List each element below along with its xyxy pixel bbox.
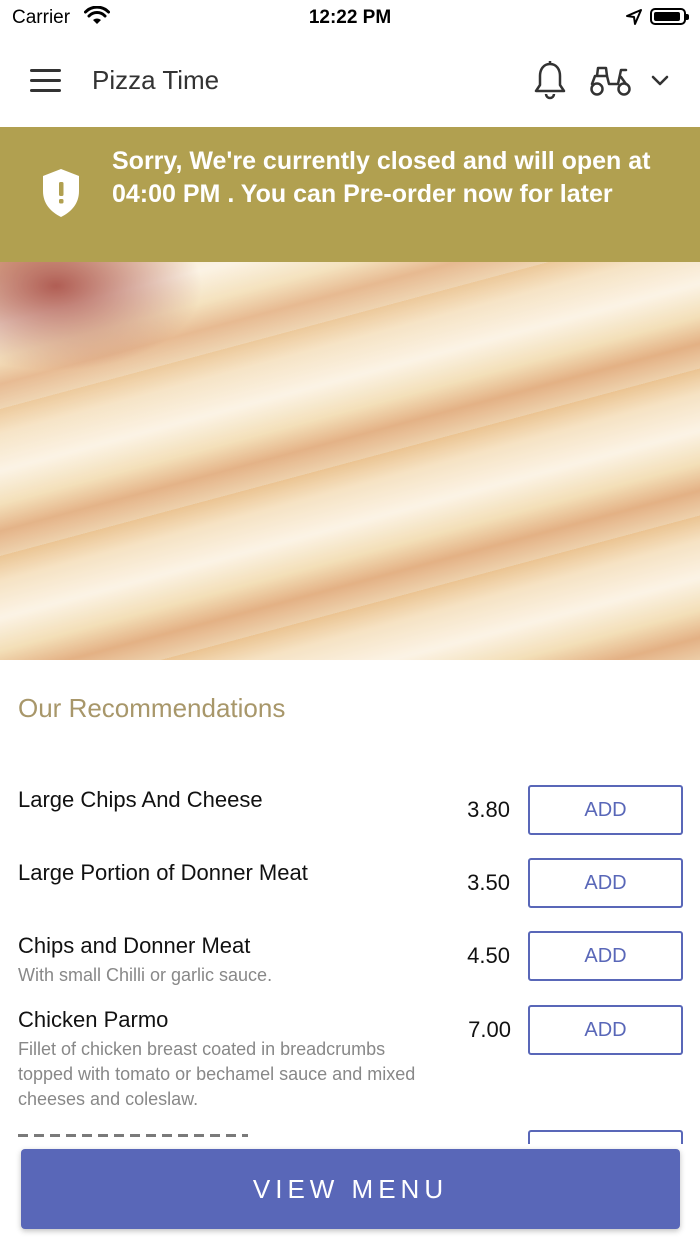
app-header: Pizza Time (0, 36, 700, 126)
closed-notice-text: Sorry, We're currently closed and will o… (112, 147, 651, 208)
page-title: Pizza Time (92, 65, 220, 95)
item-name: Large Portion of Donner Meat (18, 860, 308, 885)
delivery-scooter-icon[interactable] (588, 62, 634, 98)
item-price: 3.50 (467, 870, 510, 895)
item-price: 3.80 (467, 797, 510, 822)
add-button[interactable]: ADD (528, 1005, 683, 1055)
item-name: Chips and Donner Meat (18, 933, 251, 958)
location-arrow-icon (626, 9, 642, 25)
hero-pizza-image (0, 262, 700, 660)
clock-label: 12:22 PM (308, 7, 392, 28)
recommendations-heading: Our Recommendations (18, 693, 286, 723)
partial-menu-item (0, 1130, 700, 1144)
notification-bell-icon[interactable] (532, 60, 568, 100)
status-bar: Carrier 12:22 PM (0, 0, 700, 36)
chevron-down-icon[interactable] (649, 70, 671, 92)
battery-icon (650, 8, 689, 25)
menu-icon[interactable] (30, 69, 62, 93)
add-button[interactable]: ADD (528, 858, 683, 908)
item-price: 7.00 (468, 1017, 511, 1042)
shield-warning-icon (43, 169, 79, 217)
view-menu-button[interactable]: VIEW MENU (21, 1149, 680, 1229)
add-button[interactable] (528, 1130, 683, 1144)
item-description: With small Chilli or garlic sauce. (18, 965, 273, 985)
closed-notice-banner: Sorry, We're currently closed and will o… (0, 127, 700, 262)
item-name: Large Chips And Cheese (18, 787, 263, 812)
add-button[interactable]: ADD (528, 931, 683, 981)
add-button[interactable]: ADD (528, 785, 683, 835)
item-description: Fillet of chicken breast coated in bread… (18, 1039, 416, 1109)
item-price: 4.50 (467, 943, 510, 968)
item-name: Chicken Parmo (18, 1007, 169, 1032)
